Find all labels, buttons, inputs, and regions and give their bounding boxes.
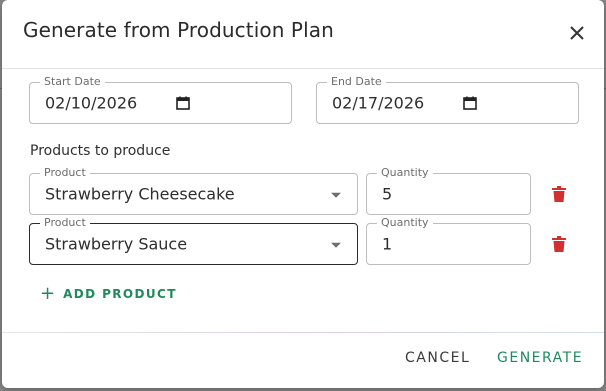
- product-select-1[interactable]: Product Strawberry Cheesecake: [29, 166, 358, 215]
- trash-icon[interactable]: [552, 186, 566, 202]
- close-icon: [570, 26, 584, 40]
- trash-icon[interactable]: [552, 236, 566, 252]
- chevron-down-icon: [331, 242, 341, 248]
- chevron-down-icon: [331, 192, 341, 198]
- product-label: Product: [40, 216, 90, 230]
- add-product-label: ADD PRODUCT: [63, 287, 177, 301]
- quantity-value[interactable]: 1: [382, 235, 392, 254]
- add-product-button[interactable]: + ADD PRODUCT: [40, 283, 177, 304]
- end-date-value[interactable]: 02/17/2026: [332, 94, 424, 113]
- quantity-value[interactable]: 5: [382, 185, 392, 204]
- quantity-field-2[interactable]: Quantity 1: [366, 216, 531, 265]
- products-heading: Products to produce: [30, 143, 171, 159]
- calendar-icon[interactable]: [462, 95, 478, 111]
- quantity-label: Quantity: [377, 166, 433, 180]
- start-date-field[interactable]: Start Date 02/10/2026: [29, 75, 292, 124]
- generate-dialog: Generate from Production Plan Start Date…: [2, 0, 604, 388]
- calendar-icon[interactable]: [175, 95, 191, 111]
- close-button[interactable]: [563, 19, 591, 47]
- header-divider: [2, 68, 604, 69]
- plus-icon: +: [40, 283, 56, 304]
- cancel-button[interactable]: CANCEL: [405, 350, 470, 366]
- product-select-2[interactable]: Product Strawberry Sauce: [29, 216, 358, 265]
- start-date-value[interactable]: 02/10/2026: [45, 94, 137, 113]
- product-value: Strawberry Sauce: [45, 234, 188, 254]
- dialog-title: Generate from Production Plan: [23, 18, 334, 42]
- end-date-label: End Date: [327, 75, 386, 89]
- quantity-field-1[interactable]: Quantity 5: [366, 166, 531, 215]
- product-value: Strawberry Cheesecake: [45, 184, 235, 204]
- quantity-label: Quantity: [377, 216, 433, 230]
- product-label: Product: [40, 166, 90, 180]
- start-date-label: Start Date: [40, 75, 105, 89]
- footer-divider: [2, 332, 604, 333]
- end-date-field[interactable]: End Date 02/17/2026: [316, 75, 579, 124]
- generate-button[interactable]: GENERATE: [497, 350, 583, 366]
